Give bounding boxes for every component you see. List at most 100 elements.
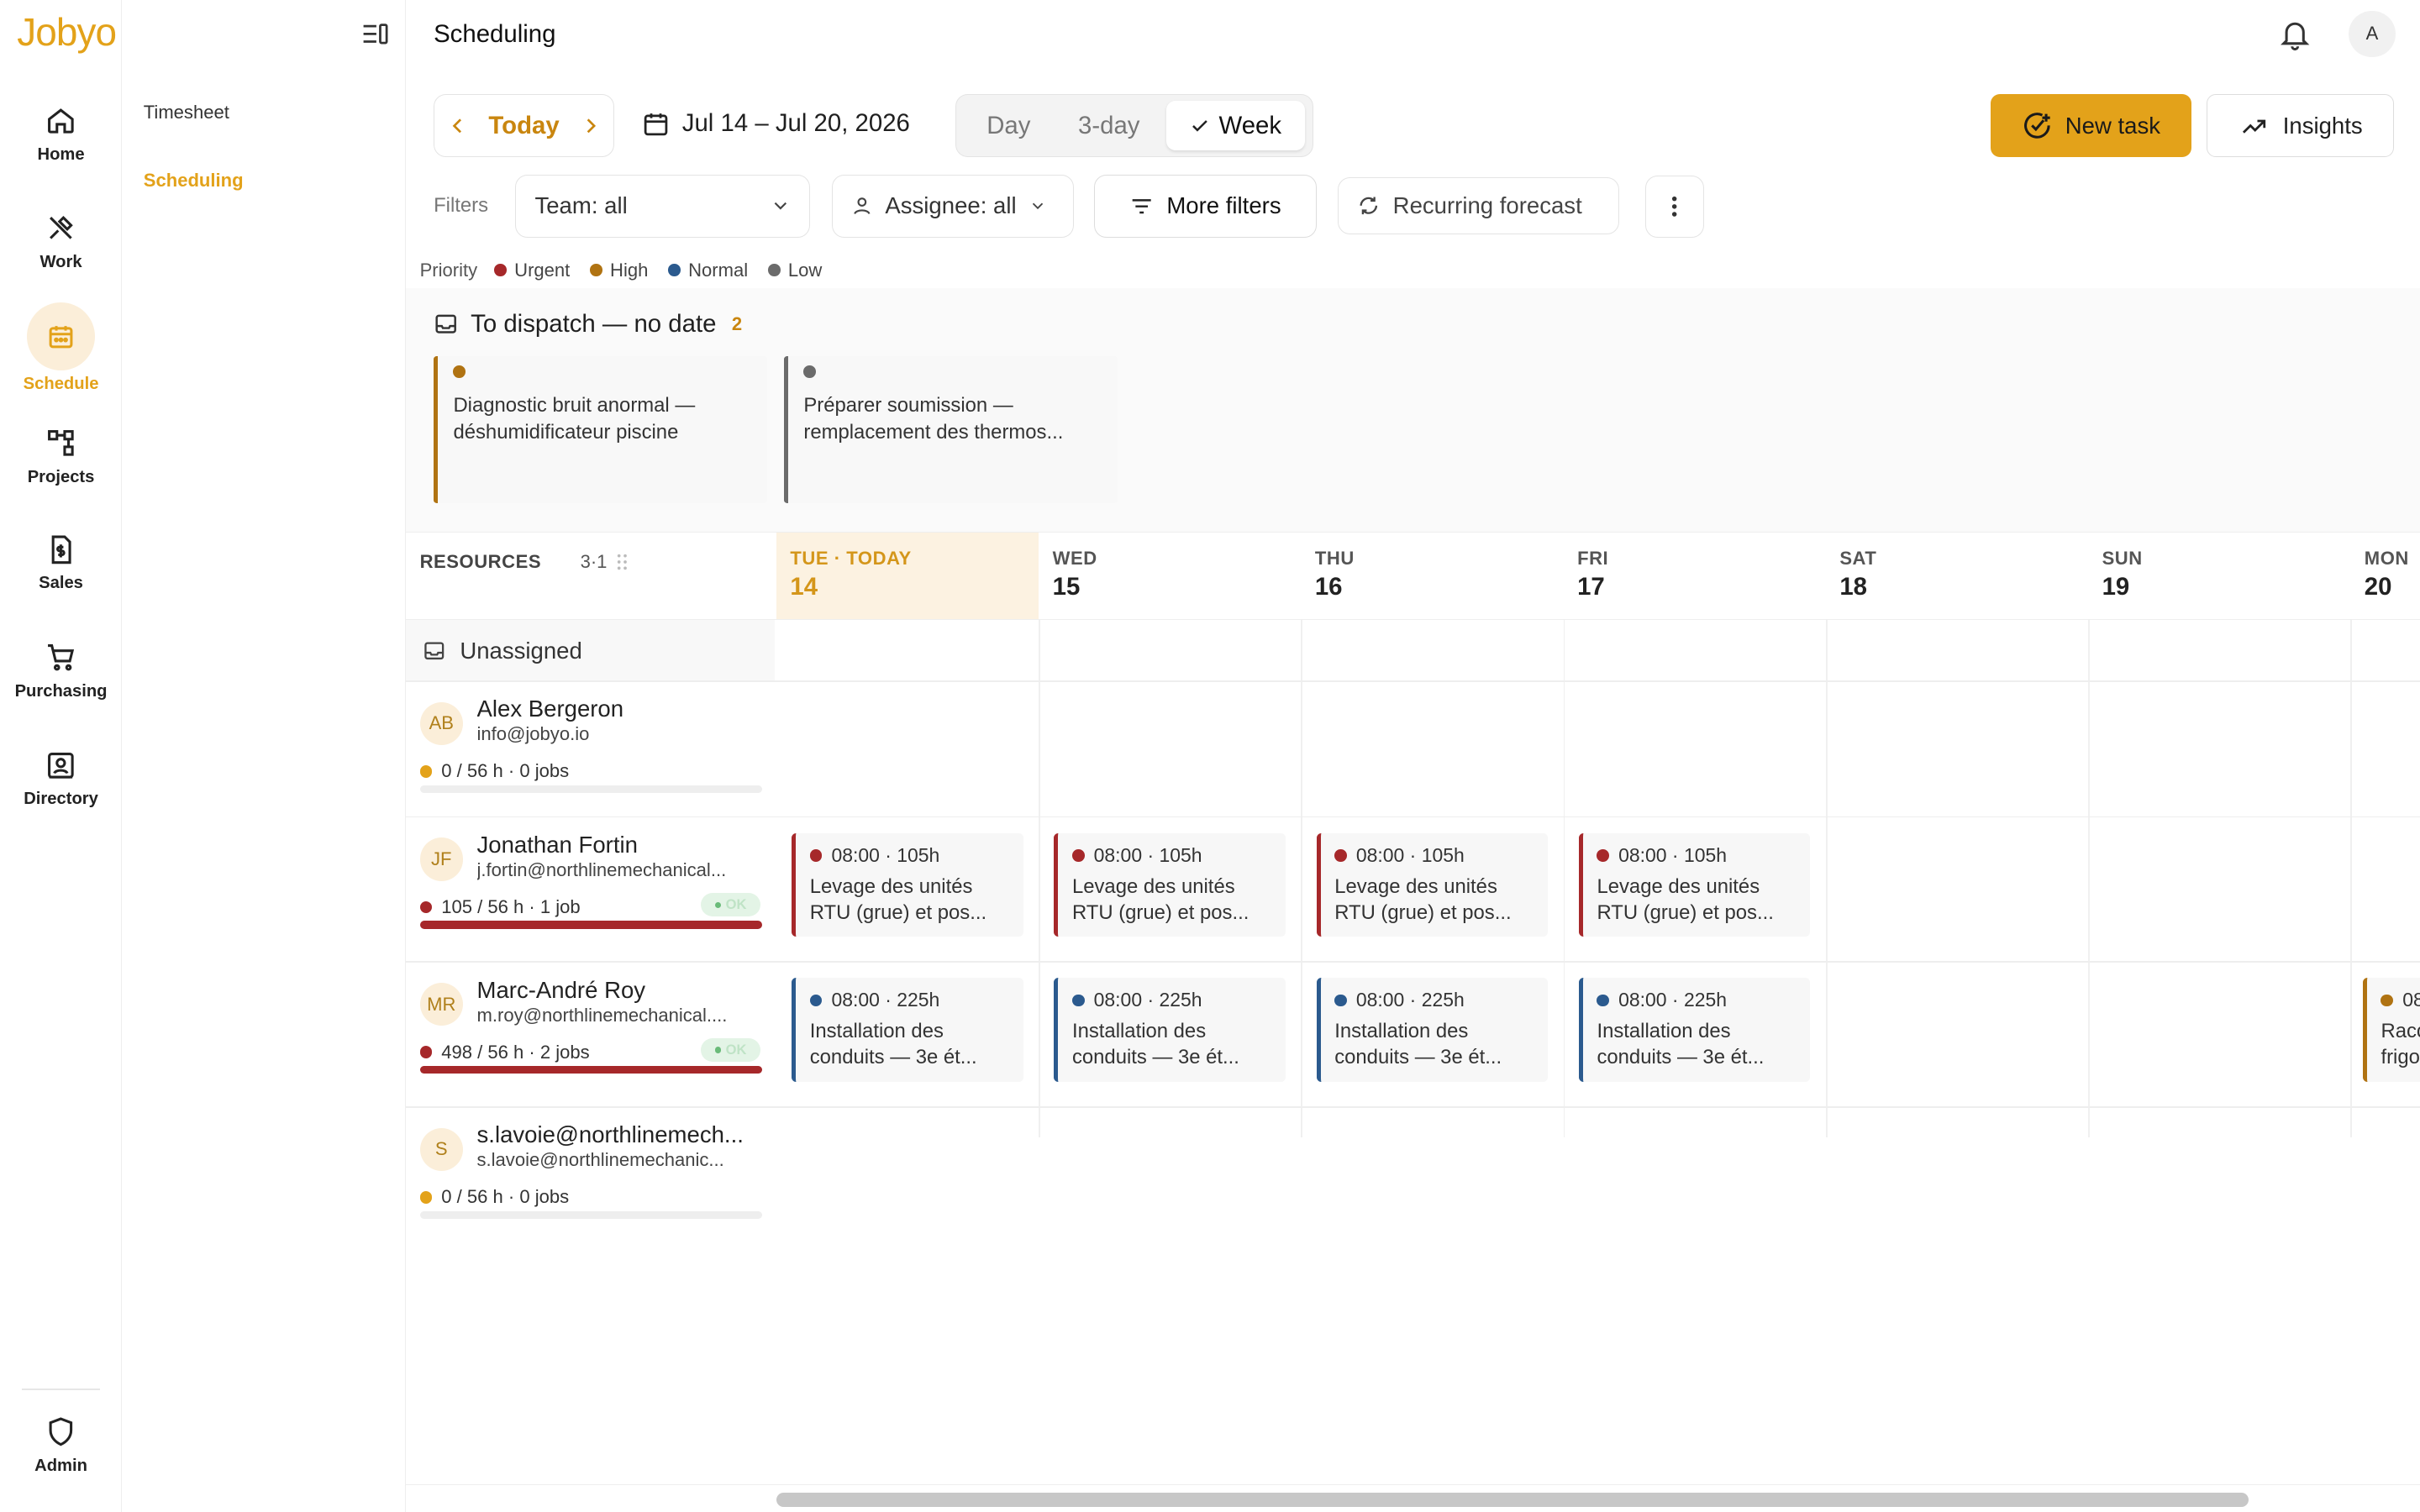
priority-dot [453, 365, 466, 378]
day-header-mon[interactable]: MON 20 [2350, 533, 2420, 621]
capacity-bar [419, 1066, 763, 1074]
notifications-button[interactable] [2278, 15, 2312, 52]
rail-item-projects[interactable]: Projects [0, 426, 122, 487]
task-card[interactable]: 08:00 · 105h Levage des unités RTU (grue)… [792, 832, 1023, 937]
day-header-tue[interactable]: TUE · TODAY 14 [776, 532, 1039, 621]
task-title: Installation des conduits — 3e ét... [1597, 1020, 1765, 1069]
rail-item-label: Home [37, 144, 85, 164]
unassigned-row[interactable]: Unassigned [406, 620, 776, 682]
rail-item-label: Admin [34, 1456, 87, 1475]
new-task-button[interactable]: New task [1991, 94, 2192, 158]
app-logo[interactable]: Jobyo [17, 9, 117, 55]
task-card[interactable]: 08:00 · 225h Installation des conduits — … [1316, 978, 1549, 1082]
more-options-button[interactable] [1644, 176, 1704, 238]
view-3day-tab[interactable]: 3-day [1055, 101, 1163, 150]
task-title: Installation des conduits — 3e ét... [1071, 1020, 1239, 1069]
dispatch-card[interactable]: Diagnostic bruit anormal — déshumidifica… [434, 356, 767, 503]
day-header-thu[interactable]: THU 16 [1301, 533, 1564, 621]
rail-divider [21, 1389, 101, 1390]
resource-load: 0 / 56 h · 0 jobs [419, 1186, 569, 1208]
task-card[interactable]: 08:00 · 105h Levage des unités RTU (grue)… [1578, 832, 1811, 937]
rail-item-sales[interactable]: Sales [0, 533, 122, 594]
resources-header-label: RESOURCES [419, 550, 542, 572]
new-task-label: New task [2065, 112, 2161, 139]
task-time: 08:00 · 225h [831, 989, 940, 1011]
legend-label: Low [787, 259, 823, 281]
row-divider [406, 680, 2420, 682]
task-card[interactable]: 08:00 · 225h Installation des conduits — … [1578, 978, 1811, 1082]
ok-badge-label: OK [725, 1041, 747, 1058]
resource-email: info@jobyo.io [476, 723, 590, 745]
rail-item-home[interactable]: Home [0, 103, 122, 165]
task-card[interactable]: 08:00 Raccordement frigorifique [2362, 978, 2420, 1082]
rail-item-admin[interactable]: Admin [0, 1415, 122, 1476]
subnav-item-timesheet[interactable]: Timesheet [144, 102, 229, 123]
column-divider [1039, 620, 1040, 1137]
task-time: 08:00 · 105h [831, 843, 940, 866]
view-week-label: Week [1218, 111, 1282, 139]
hierarchy-icon [44, 426, 77, 459]
team-filter-select[interactable]: Team: all [515, 174, 811, 238]
task-title: Raccordement frigorifique [2381, 1020, 2420, 1069]
rail-item-work[interactable]: Work [0, 212, 122, 273]
user-avatar[interactable]: A [2349, 10, 2396, 57]
view-day-tab[interactable]: Day [962, 101, 1055, 150]
rail-item-label: Work [39, 253, 82, 272]
chevron-right-icon[interactable] [580, 115, 602, 137]
priority-dot [1334, 994, 1347, 1007]
assignee-filter-select[interactable]: Assignee: all [831, 174, 1075, 238]
scrollbar-thumb[interactable] [776, 1493, 2249, 1507]
task-card[interactable]: 08:00 · 105h Levage des unités RTU (grue)… [1316, 832, 1549, 937]
inbox-icon [424, 642, 445, 660]
rail-item-directory[interactable]: Directory [0, 748, 122, 810]
subnav-item-scheduling[interactable]: Scheduling [144, 170, 244, 192]
day-header-wed[interactable]: WED 15 [1039, 533, 1302, 621]
dispatch-card[interactable]: Préparer soumission — remplacement des t… [784, 356, 1118, 503]
resource-load: 0 / 56 h · 0 jobs [419, 760, 569, 782]
priority-dot [1334, 849, 1347, 862]
dispatch-card-title: Préparer soumission — remplacement des t… [803, 394, 1064, 444]
legend-item-urgent: Urgent [494, 260, 570, 281]
view-week-tab[interactable]: Week [1165, 101, 1305, 151]
day-header-sat[interactable]: SAT 18 [1825, 533, 2089, 621]
resources-count[interactable]: 3·1 [581, 551, 629, 573]
rail-item-purchasing[interactable]: Purchasing [0, 640, 122, 701]
horizontal-scrollbar[interactable] [406, 1483, 2420, 1512]
load-status-dot [419, 900, 433, 914]
date-range-text: Jul 14 – Jul 20, 2026 [681, 109, 910, 138]
resource-name: Marc-André Roy [476, 976, 646, 1003]
view-switcher: Day 3-day Week [955, 94, 1314, 158]
resource-load-text: 498 / 56 h · 2 jobs [441, 1041, 590, 1063]
collapse-sidebar-button[interactable] [360, 18, 391, 50]
rail-item-schedule[interactable]: Schedule [0, 302, 122, 394]
sidebar-collapse-icon [363, 24, 388, 45]
ok-status-badge: OK [700, 1038, 761, 1062]
more-filters-button[interactable]: More filters [1094, 174, 1317, 238]
date-range-picker[interactable]: Jul 14 – Jul 20, 2026 [642, 109, 910, 138]
day-header-fri[interactable]: FRI 17 [1563, 533, 1826, 621]
resource-avatar: S [419, 1127, 463, 1172]
more-filters-label: More filters [1166, 192, 1281, 219]
rail-item-label: Schedule [23, 375, 99, 394]
calendar-icon [642, 110, 670, 138]
day-date: 16 [1314, 572, 1343, 601]
load-status-dot [419, 1191, 433, 1204]
task-card[interactable]: 08:00 · 225h Installation des conduits — … [1054, 978, 1286, 1082]
resources-header [406, 533, 776, 621]
task-title: Installation des conduits — 3e ét... [809, 1020, 977, 1069]
day-name: FRI [1577, 548, 1609, 570]
day-header-sun[interactable]: SUN 19 [2088, 533, 2351, 621]
recurring-forecast-label: Recurring forecast [1392, 192, 1582, 219]
task-card[interactable]: 08:00 · 105h Levage des unités RTU (grue)… [1054, 832, 1286, 937]
task-title: Levage des unités RTU (grue) et pos... [809, 874, 987, 924]
shield-icon [44, 1415, 77, 1448]
insights-button[interactable]: Insights [2207, 94, 2394, 158]
urgent-dot [494, 264, 507, 276]
task-card[interactable]: 08:00 · 225h Installation des conduits — … [792, 978, 1023, 1082]
today-button[interactable]: Today [488, 112, 559, 140]
priority-dot [1071, 849, 1085, 862]
priority-dot [1071, 994, 1085, 1007]
insights-label: Insights [2282, 112, 2363, 139]
recurring-forecast-button[interactable]: Recurring forecast [1338, 177, 1619, 235]
chevron-left-icon[interactable] [447, 115, 469, 137]
